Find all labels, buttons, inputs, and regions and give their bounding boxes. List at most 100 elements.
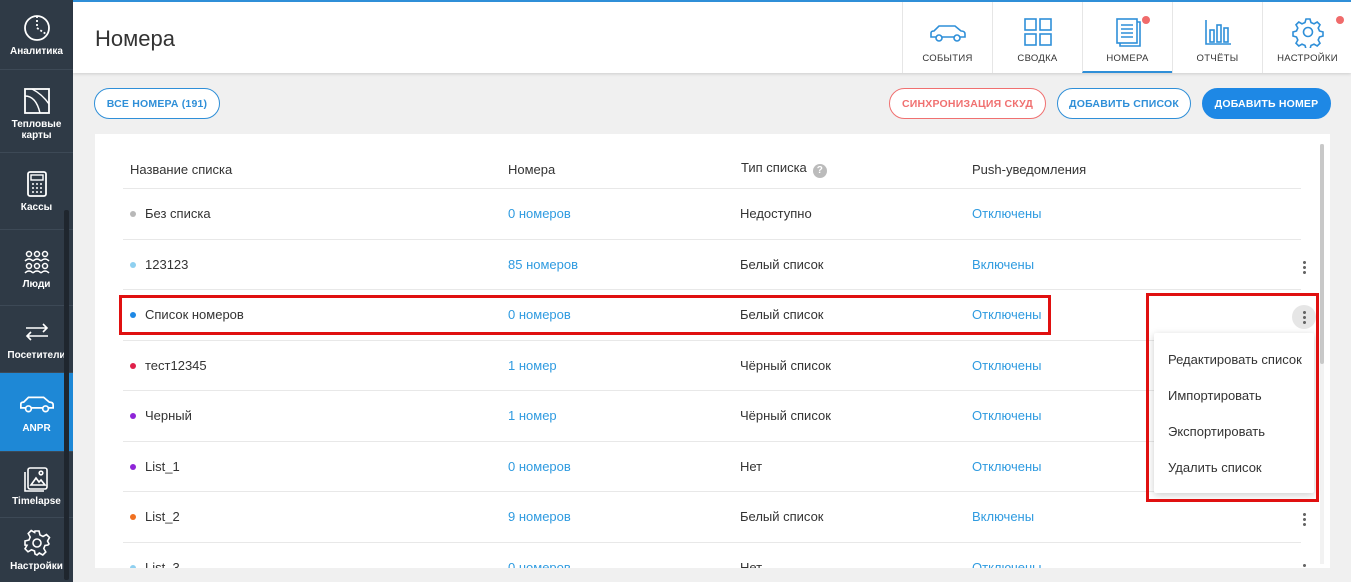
- sidebar-item-label: Посетители: [7, 350, 66, 361]
- notification-badge: [1142, 16, 1150, 24]
- gear-icon: [1291, 18, 1324, 48]
- push-status[interactable]: Отключены: [972, 459, 1041, 474]
- sidebar-item-label: ANPR: [22, 423, 51, 434]
- table-scrollbar-thumb[interactable]: [1320, 144, 1324, 364]
- list-name: List_3: [145, 560, 180, 568]
- sidebar-scrollbar[interactable]: [64, 210, 69, 580]
- list-name: тест12345: [145, 358, 207, 373]
- tab-events[interactable]: СОБЫТИЯ: [902, 2, 992, 73]
- sync-skud-button[interactable]: СИНХРОНИЗАЦИЯ СКУД: [889, 88, 1046, 119]
- sidebar-item-anpr[interactable]: ANPR: [0, 373, 73, 452]
- heatmap-icon: [23, 88, 50, 114]
- table-row[interactable]: List_2 9 номеров Белый список Включены: [123, 491, 1306, 541]
- page-title: Номера: [95, 26, 175, 51]
- table-row[interactable]: List_3 0 номеров Нет Отключены: [123, 542, 1306, 568]
- numbers-link[interactable]: 1 номер: [508, 358, 557, 373]
- add-number-button[interactable]: ДОБАВИТЬ НОМЕР: [1202, 88, 1331, 119]
- tab-settings[interactable]: НАСТРОЙКИ: [1262, 2, 1351, 73]
- table-row[interactable]: 123123 85 номеров Белый список Включены: [123, 239, 1306, 289]
- list-type: Нет: [740, 560, 763, 568]
- row-menu-button[interactable]: [1292, 507, 1316, 531]
- row-menu-button[interactable]: [1292, 255, 1316, 279]
- sidebar-item-people[interactable]: Люди: [0, 230, 73, 306]
- push-status[interactable]: Отключены: [972, 560, 1041, 568]
- list-color-dot: [130, 363, 136, 369]
- list-name: 123123: [145, 257, 189, 272]
- car-icon: [19, 396, 54, 413]
- tab-label: НОМЕРА: [1106, 53, 1149, 64]
- lists-table: Название списка Номера Тип списка? Push-…: [95, 134, 1330, 568]
- notification-badge: [1336, 16, 1344, 24]
- list-name: List_1: [145, 459, 180, 474]
- numbers-link[interactable]: 9 номеров: [508, 509, 571, 524]
- push-status[interactable]: Отключены: [972, 358, 1041, 373]
- list-type: Чёрный список: [740, 358, 831, 373]
- list-type: Чёрный список: [740, 408, 831, 423]
- tab-label: НАСТРОЙКИ: [1277, 53, 1338, 64]
- people-icon: [23, 250, 50, 274]
- sidebar-item-label: Настройки: [10, 561, 63, 572]
- column-header-push[interactable]: Push-уведомления: [972, 162, 1086, 177]
- tab-numbers[interactable]: НОМЕРА: [1082, 2, 1172, 73]
- numbers-link[interactable]: 0 номеров: [508, 459, 571, 474]
- sidebar-item-timelapse[interactable]: Timelapse: [0, 452, 73, 518]
- list-color-dot: [130, 211, 136, 217]
- car-icon: [929, 25, 966, 42]
- numbers-link[interactable]: 85 номеров: [508, 257, 578, 272]
- tab-reports[interactable]: ОТЧЁТЫ: [1172, 2, 1262, 73]
- tab-label: ОТЧЁТЫ: [1196, 53, 1239, 64]
- list-type: Белый список: [740, 509, 824, 524]
- dashboard-icon: [1023, 18, 1052, 46]
- list-color-dot: [130, 413, 136, 419]
- sidebar-item-heatmaps[interactable]: Тепловые карты: [0, 75, 73, 153]
- sidebar-item-analytics[interactable]: Аналитика: [0, 0, 73, 70]
- highlight-menu: [1146, 293, 1319, 502]
- table-row[interactable]: Черный 1 номер Чёрный список Отключены: [123, 390, 1301, 440]
- table-row[interactable]: List_1 0 номеров Нет Отключены: [123, 441, 1301, 491]
- sidebar-item-settings[interactable]: Настройки: [0, 518, 73, 582]
- analytics-icon: [23, 14, 50, 41]
- list-color-dot: [130, 565, 136, 568]
- highlight-row: [119, 295, 1051, 335]
- tab-label: СВОДКА: [1017, 53, 1058, 64]
- kebab-icon: [1302, 260, 1306, 274]
- row-menu-button[interactable]: [1292, 558, 1316, 568]
- tab-summary[interactable]: СВОДКА: [992, 2, 1082, 73]
- table-row[interactable]: Без списка 0 номеров Недоступно Отключен…: [123, 188, 1301, 238]
- numbers-link[interactable]: 0 номеров: [508, 560, 571, 568]
- numbers-link[interactable]: 0 номеров: [508, 206, 571, 221]
- list-color-dot: [130, 464, 136, 470]
- list-type: Нет: [740, 459, 763, 474]
- push-status[interactable]: Отключены: [972, 408, 1041, 423]
- sidebar-item-label: Тепловые карты: [11, 119, 62, 141]
- all-numbers-button[interactable]: ВСЕ НОМЕРА (191): [94, 88, 220, 119]
- push-status[interactable]: Отключены: [972, 206, 1041, 221]
- visitors-icon: [25, 323, 48, 341]
- kebab-icon: [1302, 563, 1306, 568]
- header: Номера СОБЫТИЯ СВОДКА НОМЕРА ОТЧЁТЫ НАСТ…: [73, 0, 1351, 73]
- timelapse-icon: [23, 466, 48, 492]
- add-list-button[interactable]: ДОБАВИТЬ СПИСОК: [1057, 88, 1191, 119]
- column-header-type[interactable]: Тип списка?: [741, 160, 827, 178]
- push-status[interactable]: Включены: [972, 509, 1034, 524]
- sidebar-item-visitors[interactable]: Посетители: [0, 306, 73, 373]
- list-color-dot: [130, 262, 136, 268]
- cash-register-icon: [26, 171, 47, 197]
- list-type: Белый список: [740, 257, 824, 272]
- table-row[interactable]: тест12345 1 номер Чёрный список Отключен…: [123, 340, 1301, 390]
- column-header-name[interactable]: Название списка: [130, 162, 232, 177]
- help-icon[interactable]: ?: [812, 163, 827, 178]
- kebab-icon: [1302, 512, 1306, 526]
- list-name: List_2: [145, 509, 180, 524]
- column-header-numbers[interactable]: Номера: [508, 162, 555, 177]
- column-header-type-label: Тип списка: [741, 160, 807, 175]
- sidebar-item-label: Timelapse: [12, 495, 61, 507]
- gear-icon: [23, 529, 50, 556]
- sidebar-item-label: Люди: [22, 278, 51, 290]
- sidebar-item-cashdesks[interactable]: Кассы: [0, 153, 73, 230]
- sidebar-item-label: Кассы: [20, 202, 53, 213]
- numbers-link[interactable]: 1 номер: [508, 408, 557, 423]
- push-status[interactable]: Включены: [972, 257, 1034, 272]
- list-name: Без списка: [145, 206, 211, 221]
- sidebar-item-label: Аналитика: [10, 45, 63, 57]
